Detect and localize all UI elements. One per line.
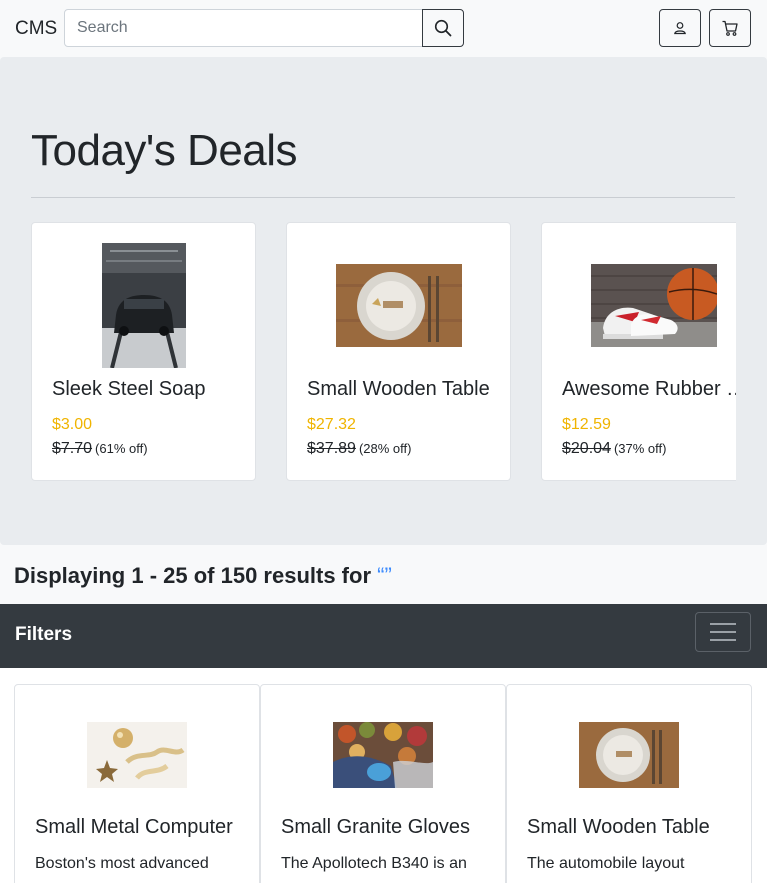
product-name[interactable]: Small Metal Computer bbox=[35, 816, 233, 839]
deal-image[interactable] bbox=[102, 243, 186, 368]
divider bbox=[31, 197, 735, 198]
product-card[interactable]: Small Granite Gloves The Apollotech B340… bbox=[260, 684, 506, 883]
account-button[interactable] bbox=[659, 9, 701, 47]
hamburger-menu-icon bbox=[710, 623, 736, 625]
filters-title[interactable]: Filters bbox=[15, 624, 72, 646]
deal-old-price-row: $7.70 (61% off) bbox=[52, 440, 148, 458]
deal-card[interactable]: Awesome Rubber Shoes $12.59 $20.04(37% o… bbox=[541, 222, 736, 481]
user-icon bbox=[674, 22, 686, 35]
deal-old-price-row: $20.04 (37% off) bbox=[562, 440, 666, 458]
product-image[interactable] bbox=[333, 722, 433, 788]
product-description: The Apollotech B340 is an bbox=[281, 855, 467, 872]
deal-price: $3.00 bbox=[52, 416, 93, 433]
deals-carousel[interactable]: Sleek Steel Soap $3.00 $7.70 (61% off) S… bbox=[31, 222, 736, 482]
deal-name[interactable]: Sleek Steel Soap bbox=[52, 378, 237, 401]
deal-name[interactable]: Awesome Rubber Shoes bbox=[562, 378, 736, 401]
deal-discount: (28% off) bbox=[358, 441, 412, 456]
deal-old-price: $20.04 bbox=[562, 440, 611, 457]
deal-image[interactable] bbox=[591, 264, 717, 347]
search-query: “” bbox=[377, 563, 392, 588]
deals-title: Today's Deals bbox=[31, 126, 298, 175]
deal-old-price: $37.89 bbox=[307, 440, 356, 457]
deal-card[interactable]: Small Wooden Table $27.32 $37.89 (28% off… bbox=[286, 222, 511, 481]
product-image[interactable] bbox=[87, 722, 187, 788]
product-card[interactable]: Small Metal Computer Boston's most advan… bbox=[14, 684, 260, 883]
product-name[interactable]: Small Wooden Table bbox=[527, 816, 710, 839]
product-description: The automobile layout bbox=[527, 855, 685, 872]
top-navbar: CMS bbox=[0, 0, 767, 57]
product-name[interactable]: Small Granite Gloves bbox=[281, 816, 470, 839]
filters-toggle-button[interactable] bbox=[695, 612, 751, 652]
cart-icon bbox=[722, 20, 738, 36]
deal-price: $27.32 bbox=[307, 416, 356, 433]
search-input[interactable] bbox=[64, 9, 423, 47]
search-icon bbox=[434, 19, 452, 37]
deal-price: $12.59 bbox=[562, 416, 611, 433]
product-grid: Small Metal Computer Boston's most advan… bbox=[0, 668, 767, 883]
product-description: Boston's most advanced bbox=[35, 855, 209, 872]
deal-card[interactable]: Sleek Steel Soap $3.00 $7.70 (61% off) bbox=[31, 222, 256, 481]
search-button[interactable] bbox=[422, 9, 464, 47]
deal-old-price-row: $37.89 (28% off) bbox=[307, 440, 411, 458]
product-card[interactable]: Small Wooden Table The automobile layout bbox=[506, 684, 752, 883]
product-image[interactable] bbox=[579, 722, 679, 788]
deal-name[interactable]: Small Wooden Table bbox=[307, 378, 492, 401]
deals-jumbotron: Today's Deals Sleek Steel Soap $3.00 $7.… bbox=[0, 57, 767, 545]
deal-image[interactable] bbox=[336, 264, 462, 347]
filters-bar: Filters bbox=[0, 604, 767, 668]
results-summary: Displaying 1 - 25 of 150 results for “” bbox=[14, 563, 392, 589]
deal-discount: (61% off) bbox=[95, 441, 148, 456]
cart-button[interactable] bbox=[709, 9, 751, 47]
results-text: Displaying 1 - 25 of 150 results for bbox=[14, 563, 372, 588]
deal-old-price: $7.70 bbox=[52, 440, 93, 457]
deal-discount: (37% off) bbox=[613, 441, 667, 456]
brand-logo[interactable]: CMS bbox=[15, 18, 57, 40]
